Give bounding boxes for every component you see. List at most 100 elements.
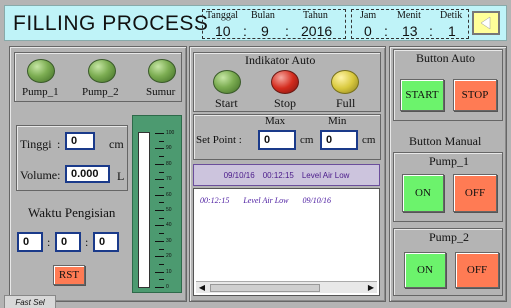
stop-indicator: [271, 70, 299, 94]
date-sep-2: :: [285, 23, 289, 39]
timer-sep-2: :: [85, 235, 89, 249]
setpoint-max-unit: cm: [300, 134, 314, 146]
tank-scale-tick: [155, 163, 164, 165]
timer-hours-field: 0: [17, 232, 43, 252]
tanggal-value: 10: [215, 23, 231, 39]
tank-scale-tick: [155, 287, 164, 288]
time-sep-2: :: [429, 23, 433, 39]
pump1-off-button[interactable]: OFF: [453, 174, 497, 212]
tank-scale-label: 30: [166, 237, 172, 244]
setpoint-min-unit: cm: [362, 134, 376, 146]
timer-minutes-field: 0: [55, 232, 81, 252]
jam-label: Jam: [360, 10, 377, 21]
pump1-label: Pump_1: [22, 86, 59, 98]
sumur-indicator: [148, 59, 176, 83]
tahun-label: Tahun: [303, 10, 328, 21]
scroll-right-icon[interactable]: ▶: [365, 282, 377, 294]
setpoint-max-label: Max: [265, 115, 286, 127]
scroll-left-icon[interactable]: ◀: [196, 282, 208, 294]
back-button[interactable]: [472, 11, 500, 35]
tank-scale-minor-tick: [159, 263, 164, 265]
timer-seconds-field: 0: [93, 232, 119, 252]
tank-scale-tick: [155, 194, 164, 196]
tank-scale-tick: [155, 133, 164, 134]
tank-scale-label: 0: [166, 284, 169, 290]
setpoint-max-input[interactable]: 0: [258, 130, 296, 150]
tank-scale-label: 80: [166, 160, 172, 167]
tank-level-track: [138, 132, 150, 288]
tanggal-label: Tanggal: [206, 10, 239, 21]
pump2-label: Pump_2: [82, 86, 119, 98]
alarm-banner: 09/10/16 00:12:15 Level Air Low: [193, 164, 380, 186]
header-bar: FILLING PROCESS Tanggal Bulan Tahun 10 :…: [4, 5, 507, 41]
tank-scale-minor-tick: [159, 248, 164, 250]
start-indicator-label: Start: [215, 96, 238, 110]
alarm-banner-time: 00:12:15: [262, 170, 294, 180]
tank-scale-tick: [155, 271, 164, 273]
pump2-off-button[interactable]: OFF: [455, 252, 499, 288]
pump2-indicator: [88, 59, 116, 83]
tank-scale-minor-tick: [159, 140, 164, 142]
timer-sep-1: :: [47, 235, 51, 249]
date-display: Tanggal Bulan Tahun 10 : 9 : 2016: [202, 9, 346, 39]
tank-scale-label: 90: [166, 145, 172, 152]
pump2-on-button[interactable]: ON: [404, 252, 446, 288]
volume-label: Volume:: [20, 168, 61, 182]
tank-scale-tick: [155, 179, 164, 181]
detik-label: Detik: [440, 10, 463, 21]
bulan-label: Bulan: [251, 10, 275, 21]
jam-value: 0: [364, 23, 372, 39]
pump1-on-button[interactable]: ON: [402, 174, 444, 212]
auto-stop-button[interactable]: STOP: [453, 79, 497, 111]
water-tank-gauge: 100 90 80 70 60 50 40 30 20 10 0: [132, 115, 182, 293]
tinggi-colon: :: [57, 137, 61, 151]
tank-scale-tick: [155, 240, 164, 242]
tank-scale-minor-tick: [159, 202, 164, 204]
pump1-indicator: [27, 59, 55, 83]
fast-select-tab[interactable]: Fast Sel: [4, 295, 56, 308]
alarm-banner-message: Level Air Low: [301, 170, 350, 180]
volume-value-field: 0.000: [65, 165, 110, 183]
alarm-log-scrollbar[interactable]: ◀ ▶: [196, 281, 377, 293]
menit-value: 13: [402, 23, 418, 39]
menit-label: Menit: [397, 10, 421, 21]
setpoint-min-input[interactable]: 0: [320, 130, 358, 150]
time-sep-1: :: [384, 23, 388, 39]
tinggi-unit: cm: [109, 137, 124, 151]
stop-indicator-label: Stop: [274, 96, 297, 110]
alarm-log[interactable]: 00:12:15 Level Air Low 09/10/16 ◀ ▶: [193, 188, 380, 296]
start-indicator: [213, 70, 241, 94]
manual-pump1-title: Pump_1: [429, 154, 470, 168]
full-indicator: [331, 70, 359, 94]
tank-scale-minor-tick: [159, 186, 164, 188]
arrow-left-icon: [480, 16, 491, 30]
timer-title: Waktu Pengisian: [28, 205, 116, 220]
scrollbar-thumb[interactable]: [210, 284, 320, 292]
alarm-log-row[interactable]: 00:12:15 Level Air Low 09/10/16: [200, 196, 331, 205]
date-sep-1: :: [243, 23, 247, 39]
tank-scale-tick: [155, 256, 164, 258]
button-auto-title: Button Auto: [416, 51, 476, 65]
tank-scale-label: 40: [166, 222, 172, 229]
auto-start-button[interactable]: START: [400, 79, 444, 111]
alarm-row-message: Level Air Low: [243, 196, 289, 205]
setpoint-min-label: Min: [328, 115, 347, 127]
tank-scale-label: 70: [166, 176, 172, 183]
tinggi-value-field: 0: [65, 132, 95, 150]
tank-scale-tick: [155, 148, 164, 150]
tank-scale-minor-tick: [159, 279, 164, 281]
tank-scale-minor-tick: [159, 171, 164, 173]
reset-button[interactable]: RST: [53, 265, 85, 285]
tank-scale-label: 10: [166, 268, 172, 275]
indikator-title: Indikator Auto: [245, 53, 316, 67]
tahun-value: 2016: [301, 23, 333, 39]
tinggi-label: Tinggi: [20, 137, 52, 151]
tank-scale-tick: [155, 210, 164, 211]
alarm-banner-date: 09/10/16: [223, 170, 255, 180]
full-indicator-label: Full: [336, 96, 356, 110]
page-title: FILLING PROCESS: [13, 12, 209, 35]
alarm-row-date: 09/10/16: [302, 196, 331, 205]
tank-scale-label: 100: [166, 130, 175, 136]
time-display: Jam Menit Detik 0 : 13 : 1: [351, 9, 469, 39]
tank-scale-label: 60: [166, 191, 172, 198]
